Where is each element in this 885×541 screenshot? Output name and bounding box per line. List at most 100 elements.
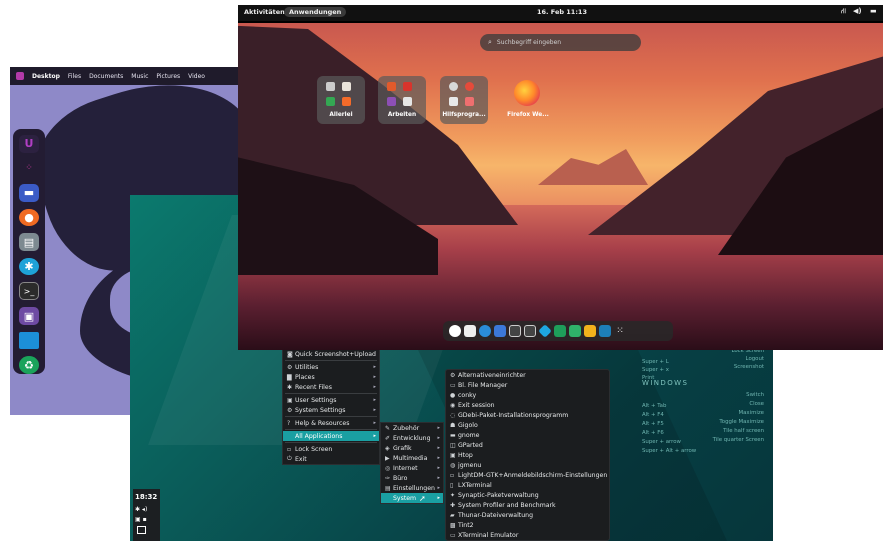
- menu-item-app[interactable]: ✚ System Profiler and Benchmark: [446, 500, 609, 510]
- firefox-icon[interactable]: ●: [19, 208, 39, 227]
- shortcut-action: Logout: [745, 356, 764, 362]
- recent-icon: ✱: [287, 383, 293, 391]
- app-folder-arbeiten[interactable]: Arbeiten: [378, 76, 426, 124]
- menu-item-lock-screen[interactable]: ▫ Lock Screen: [283, 444, 379, 454]
- files-icon[interactable]: ▬: [19, 184, 39, 202]
- app-folder-allerlei[interactable]: Allerlei: [317, 76, 365, 124]
- topbar-item[interactable]: Files: [68, 73, 81, 80]
- window-icon[interactable]: [509, 325, 521, 337]
- shortcut-action: Close: [749, 401, 764, 407]
- monitor-icon[interactable]: ▣: [19, 307, 39, 325]
- ubuntu-logo-icon[interactable]: [16, 72, 24, 80]
- menu-item-user-settings[interactable]: ▣ User Settings ▸: [283, 395, 379, 405]
- topbar-item[interactable]: Documents: [89, 73, 123, 80]
- tools-icon: ⚙: [287, 363, 293, 371]
- file-manager-icon: ▭: [450, 381, 456, 389]
- archive-icon[interactable]: ▤: [19, 233, 39, 251]
- gnome-top-bar: Aktivitäten Anwendungen 16. Feb 11:13 ⛙ …: [238, 5, 883, 21]
- applications-button[interactable]: Anwendungen: [284, 7, 347, 17]
- htop-icon: ▣: [450, 451, 456, 459]
- volume-icon[interactable]: ◀): [853, 7, 862, 15]
- menu-item-app[interactable]: ▫ LightDM-GTK+Anmeldebildschirm-Einstellu…: [446, 470, 609, 480]
- network-icon[interactable]: ⛙: [841, 7, 846, 16]
- topbar-item[interactable]: Music: [131, 73, 148, 80]
- menu-item-places[interactable]: ▇ Places ▸: [283, 372, 379, 382]
- menu-item-app[interactable]: ▭ Bl. File Manager: [446, 380, 609, 390]
- firefox-web-browser-launcher[interactable]: Firefox We...: [504, 76, 552, 124]
- bluetooth-volume-icons[interactable]: ✱ ◂): [135, 506, 147, 513]
- menu-item-app[interactable]: ◫ GParted: [446, 440, 609, 450]
- menu-separator: [285, 416, 377, 417]
- recycle-icon[interactable]: ♻: [19, 356, 39, 375]
- menu-item-app[interactable]: ✦ Synaptic-Paketverwaltung: [446, 490, 609, 500]
- menu-item-app[interactable]: ● conky: [446, 390, 609, 400]
- tint2-icon: ▩: [450, 521, 456, 529]
- menu-item-multimedia[interactable]: ▶ Multimedia ▸: [381, 453, 443, 463]
- menu-item-app[interactable]: ⚙ Alternativeneinrichter: [446, 370, 609, 380]
- menu-item-app[interactable]: ▰ Thunar-Dateiverwaltung: [446, 510, 609, 520]
- alternatives-icon: ⚙: [450, 371, 456, 379]
- camera-icon[interactable]: [464, 325, 476, 337]
- display-icon[interactable]: [137, 526, 146, 534]
- user-settings-icon: ▣: [287, 396, 293, 404]
- topbar-item[interactable]: Pictures: [156, 73, 180, 80]
- menu-item-zubehoer[interactable]: ✎ Zubehör ▸: [381, 423, 443, 433]
- browser-icon[interactable]: [479, 325, 491, 337]
- app-folder-hilfsprogramme[interactable]: Hilfsprogra...: [440, 76, 488, 124]
- applications-submenu: ✎ Zubehör ▸ ✐ Entwicklung ▸ ◈ Grafik ▸ ▶ Multim…: [380, 422, 444, 504]
- menu-item-system[interactable]: System ▸ ➚: [381, 493, 443, 503]
- ubuntu-logo-icon[interactable]: U: [19, 135, 39, 153]
- apps-grid-icon[interactable]: ⁙: [614, 325, 626, 337]
- menu-item-app[interactable]: ▩ Tint2: [446, 520, 609, 530]
- menu-item-buero[interactable]: ✑ Büro ▸: [381, 473, 443, 483]
- topbar-item[interactable]: Video: [188, 73, 205, 80]
- search-input[interactable]: [496, 39, 627, 46]
- menu-item-system-settings[interactable]: ⚙ System Settings ▸: [283, 405, 379, 415]
- menu-item-app[interactable]: ☗ Gigolo: [446, 420, 609, 430]
- menu-item-grafik[interactable]: ◈ Grafik ▸: [381, 443, 443, 453]
- sheet2-icon[interactable]: [569, 325, 581, 337]
- terminal-icon[interactable]: >_: [19, 282, 39, 301]
- conky-icon: ●: [450, 391, 456, 399]
- menu-item-internet[interactable]: ◎ Internet ▸: [381, 463, 443, 473]
- phone-icon[interactable]: [494, 325, 506, 337]
- gdebi-icon: ◌: [450, 411, 456, 419]
- accessories-icon: ✎: [385, 424, 391, 432]
- shortcut-panel: Super + L Lock Screen Super + x Logout P…: [642, 348, 764, 454]
- menu-item-app[interactable]: ▭ XTerminal Emulator: [446, 530, 609, 540]
- menu-item-all-applications[interactable]: All Applications ▸: [283, 431, 379, 441]
- globe-icon: ◎: [385, 464, 391, 472]
- menu-item-app[interactable]: ◍ jgmenu: [446, 460, 609, 470]
- power-icon[interactable]: ▬: [870, 7, 877, 15]
- menu-item-einstellungen[interactable]: ▤ Einstellungen ▸: [381, 483, 443, 493]
- menu-item-app[interactable]: ◉ Exit session: [446, 400, 609, 410]
- screen-icon[interactable]: [599, 325, 611, 337]
- menu-item-entwicklung[interactable]: ✐ Entwicklung ▸: [381, 433, 443, 443]
- folder-icon[interactable]: [584, 325, 596, 337]
- grid-icon[interactable]: ⁘: [19, 160, 39, 178]
- store-icon[interactable]: [538, 324, 552, 338]
- menu-item-recent-files[interactable]: ✱ Recent Files ▸: [283, 382, 379, 392]
- menu-item-app[interactable]: ▬ gnome: [446, 430, 609, 440]
- menu-item-help[interactable]: ? Help & Resources ▸: [283, 418, 379, 428]
- settings-icon[interactable]: ✱: [19, 257, 39, 276]
- shortcut-key: Super + Alt + arrow: [642, 448, 697, 454]
- menu-item-app[interactable]: ▯ LXTerminal: [446, 480, 609, 490]
- clock[interactable]: 16. Feb 11:13: [537, 8, 587, 16]
- sheet-icon[interactable]: [554, 325, 566, 337]
- settings-icon[interactable]: [449, 325, 461, 337]
- search-field[interactable]: ⌕: [480, 34, 641, 51]
- activities-button[interactable]: Aktivitäten: [244, 8, 285, 16]
- menu-item-app[interactable]: ◌ GDebi-Paket-Installationsprogramm: [446, 410, 609, 420]
- clock[interactable]: 18:32: [135, 493, 157, 501]
- menu-item-app[interactable]: ▣ Htop: [446, 450, 609, 460]
- camera-icon: ◙: [287, 350, 293, 358]
- menu-item-utilities[interactable]: ⚙ Utilities ▸: [283, 362, 379, 372]
- menu-item-exit[interactable]: ⏻ Exit: [283, 454, 379, 464]
- settings-icon: ▤: [385, 484, 391, 492]
- window2-icon[interactable]: [524, 325, 536, 337]
- tray-icons[interactable]: ▣ ▪: [135, 516, 147, 523]
- menu-item-screenshot[interactable]: ◙ Quick Screenshot+Upload: [283, 349, 379, 359]
- window-icon[interactable]: [19, 331, 39, 350]
- topbar-item[interactable]: Desktop: [32, 73, 60, 80]
